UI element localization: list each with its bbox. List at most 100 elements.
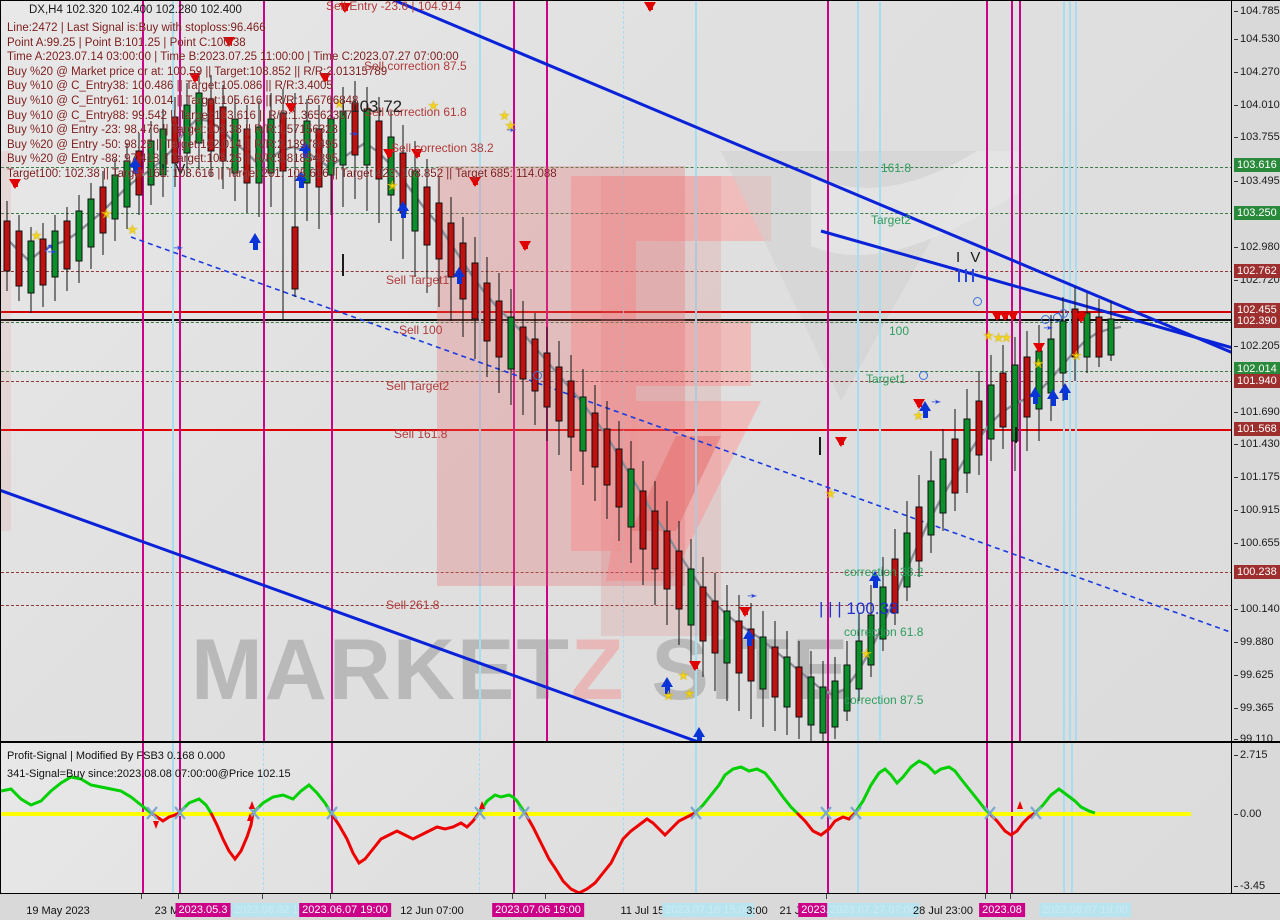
ind-vline-cyan-7	[1063, 743, 1065, 893]
ind-vline-cyan-4	[623, 743, 624, 893]
price-tick: 99.365	[1234, 702, 1274, 714]
indicator-title: Profit-Signal | Modified By FSB3 0.168 0…	[7, 750, 226, 762]
sell-arrow-marker	[1075, 313, 1087, 323]
pivot-circle-marker	[1059, 309, 1068, 318]
sell-arrow-marker	[519, 241, 531, 251]
wave-tick-5	[819, 437, 821, 455]
label-target2: Target2	[871, 213, 912, 227]
wave-tick-4	[342, 254, 344, 276]
buy-arrow-marker	[1059, 383, 1071, 400]
label-sell-target2: Sell Target2	[386, 379, 450, 393]
time-tick-label: 19 May 2023	[26, 905, 90, 917]
info-line-6: Buy %10 @ C_Entry88: 99.542 || Target:10…	[7, 109, 352, 122]
info-line-10: Target100: 102.38 || Target 161: 103.616…	[7, 167, 557, 180]
hollow-arrow-marker: ➛	[47, 244, 58, 259]
hollow-arrow-marker: ➛	[1043, 320, 1054, 335]
label-100: 100	[889, 324, 910, 338]
price-tick: 104.270	[1234, 66, 1280, 78]
time-tick-label: 12 Jun 07:00	[400, 905, 464, 917]
buy-arrow-marker	[453, 267, 465, 284]
sell-zone-shade-2	[601, 176, 721, 636]
ind-tick-mid: 0.00	[1234, 808, 1261, 820]
price-tag-102-390: 102.390	[1234, 314, 1280, 328]
label-target1: Target1	[866, 372, 907, 386]
price-chart-pane[interactable]: MARKETZ SITE DX,H4 102.320 102.400 102.2…	[0, 0, 1232, 742]
time-axis[interactable]: 19 May 2023 23 May 23:00 2023.05.3 2023.…	[0, 894, 1280, 920]
price-tag-103-250: 103.250	[1234, 206, 1280, 220]
info-line-8: Buy %20 @ Entry -50: 98.25 || Target:102…	[7, 138, 338, 151]
price-tick: 104.530	[1234, 33, 1280, 45]
vline-magenta-8	[986, 1, 988, 741]
info-line-3: Buy %20 @ Market price or at: 100.59 || …	[7, 65, 388, 78]
price-tag-101-940: 101.940	[1234, 374, 1280, 388]
trading-chart-window: MARKETZ SITE DX,H4 102.320 102.400 102.2…	[0, 0, 1280, 920]
time-tick-label: 28 Jul 23:00	[913, 905, 973, 917]
hollow-arrow-marker: ➛	[747, 588, 758, 603]
price-tag-101-568: 101.568	[1234, 422, 1280, 436]
price-tick: 100.655	[1234, 537, 1280, 549]
star-marker: ✭	[1071, 348, 1082, 363]
indicator-axis[interactable]: 2.715 0.00 -3.45	[1232, 742, 1280, 894]
star-marker: ✭	[663, 688, 674, 703]
time-tick-label-cyan: 2023.08.07 19:00	[1039, 903, 1131, 917]
ind-vline-cyan-5	[695, 743, 697, 893]
info-line-5: Buy %10 @ C_Entry61: 100.014 || Target:1…	[7, 94, 359, 107]
profit-signal-indicator-pane[interactable]: Profit-Signal | Modified By FSB3 0.168 0…	[0, 742, 1232, 894]
label-point-c-100-38: | | | 100.38	[819, 599, 899, 618]
price-axis[interactable]: 104.785 104.530 104.270 104.010 103.755 …	[1232, 0, 1280, 742]
label-161-8: 161.8	[881, 161, 912, 175]
time-tick-label-cyan: 2023.07.27 07:00	[827, 903, 919, 917]
price-tag-103-616: 103.616	[1234, 158, 1280, 172]
sell-arrow-marker	[689, 661, 701, 671]
label-sell-100: Sell 100	[399, 323, 443, 337]
info-line-0: Line:2472 | Last Signal is:Buy with stop…	[7, 22, 266, 34]
star-marker: ✭	[825, 486, 836, 501]
pivot-circle-marker	[973, 297, 982, 306]
price-tick: 101.430	[1234, 438, 1280, 450]
price-tick: 102.205	[1234, 340, 1280, 352]
star-marker: ✭	[678, 668, 689, 683]
indicator-signal-line: 341-Signal=Buy since:2023.08.08 07:00:00…	[7, 768, 291, 780]
vline-cyan-9	[1075, 1, 1077, 741]
label-correction-38-2: correction 38.2	[844, 565, 924, 579]
time-tick-label-magenta: 2023.08	[979, 903, 1025, 917]
vline-cyan-8	[1069, 1, 1071, 741]
ind-vline-magenta-5	[827, 743, 829, 893]
sell-arrow-marker	[739, 607, 751, 617]
wave-tick-1	[958, 269, 960, 282]
wave-tick-3	[972, 269, 974, 282]
info-line-2: Time A:2023.07.14 03:00:00 | Time B:2023…	[7, 51, 459, 64]
left-zone-shade	[1, 151, 11, 531]
star-marker: ✭	[101, 206, 112, 221]
signal-info-block: Line:2472 | Last Signal is:Buy with stop…	[7, 21, 557, 182]
ind-vline-cyan-8	[1071, 743, 1073, 893]
ind-vline-magenta-4	[513, 743, 515, 893]
label-correction-61-8: correction 61.8	[844, 625, 924, 639]
star-marker: ✭	[127, 222, 138, 237]
ind-tick-bottom: -3.45	[1234, 880, 1265, 892]
price-tag-102-762: 102.762	[1234, 264, 1280, 278]
wave-label-right: I V	[956, 249, 984, 266]
info-line-9: Buy %20 @ Entry -88: 97.418 || Target:10…	[7, 153, 338, 166]
sell-arrow-marker	[1007, 311, 1019, 321]
time-tick-label-magenta: 2023.06.07 19:00	[299, 903, 391, 917]
pivot-circle-marker	[919, 371, 928, 380]
ind-tick-top: 2.715	[1234, 749, 1268, 761]
ind-vline-cyan-6	[857, 743, 859, 893]
hollow-arrow-marker: ➛	[931, 394, 942, 409]
wave-tick-2	[965, 269, 967, 282]
sell-arrow-marker	[1033, 343, 1045, 353]
label-correction-87-5: correction 87.5	[844, 693, 924, 707]
time-tick-label-magenta: 2023.05.3	[175, 903, 231, 917]
buy-arrow-marker	[1029, 387, 1041, 404]
info-line-4: Buy %10 @ C_Entry38: 100.486 || Target:1…	[7, 80, 333, 93]
ind-vline-magenta-6	[986, 743, 988, 893]
star-marker: ✭	[1001, 330, 1012, 345]
time-tick-label: 3:00	[746, 905, 768, 917]
label-sell-entry-23-6: Sell Entry -23.6 | 104.914	[326, 0, 462, 13]
label-sell-261-8: Sell 261.8	[386, 598, 440, 612]
star-marker: ✭	[913, 408, 924, 423]
buy-arrow-marker	[693, 727, 705, 741]
pivot-circle-marker	[533, 371, 542, 380]
price-tick: 101.175	[1234, 471, 1280, 483]
